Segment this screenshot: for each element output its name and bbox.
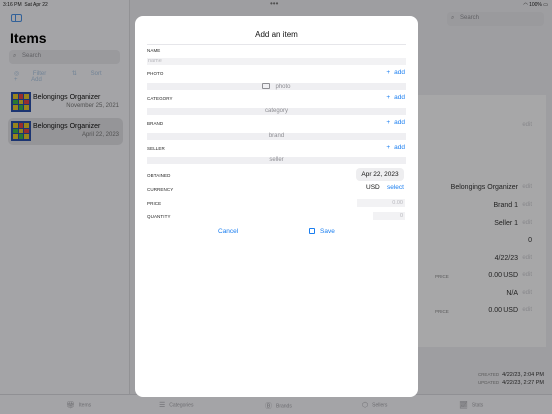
photo-add-button[interactable]: + add	[386, 69, 405, 76]
add-label: add	[394, 69, 405, 76]
name-input[interactable]: name	[147, 58, 406, 65]
obtained-date-picker[interactable]: Apr 22, 2023	[356, 168, 404, 181]
plus-icon: +	[386, 69, 391, 76]
price-input[interactable]: 0.00	[357, 199, 405, 207]
add-label: add	[394, 119, 405, 126]
brand-add-button[interactable]: + add	[386, 119, 405, 126]
divider	[147, 44, 406, 45]
currency-value: USD	[366, 184, 380, 191]
add-label: add	[394, 144, 405, 151]
quantity-label: QUANTITY	[147, 214, 171, 219]
add-label: add	[394, 94, 405, 101]
category-add-button[interactable]: + add	[386, 94, 405, 101]
plus-icon: +	[386, 144, 391, 151]
sheet-title: Add an item	[255, 30, 298, 39]
photo-placeholder: photo	[275, 84, 291, 90]
brand-field[interactable]: brand	[147, 133, 406, 140]
save-icon	[309, 228, 315, 234]
save-label: Save	[320, 228, 335, 235]
seller-field[interactable]: seller	[147, 157, 406, 164]
obtained-label: OBTAINED	[147, 173, 171, 178]
seller-label: SELLER	[147, 146, 165, 151]
brand-label: BRAND	[147, 121, 164, 126]
category-label: CATEGORY	[147, 96, 173, 101]
quantity-input[interactable]: 0	[373, 212, 405, 220]
plus-icon: +	[386, 94, 391, 101]
currency-select-button[interactable]: select	[387, 184, 404, 191]
price-label: PRICE	[147, 201, 162, 206]
name-label: NAME	[147, 48, 161, 53]
seller-add-button[interactable]: + add	[386, 144, 405, 151]
photo-field[interactable]: photo	[147, 83, 406, 90]
photo-label: PHOTO	[147, 71, 164, 76]
cancel-button[interactable]: Cancel	[218, 228, 238, 235]
photo-icon	[262, 83, 271, 89]
plus-icon: +	[386, 119, 391, 126]
save-button[interactable]: Save	[309, 228, 335, 235]
category-field[interactable]: category	[147, 108, 406, 115]
currency-label: CURRENCY	[147, 187, 174, 192]
